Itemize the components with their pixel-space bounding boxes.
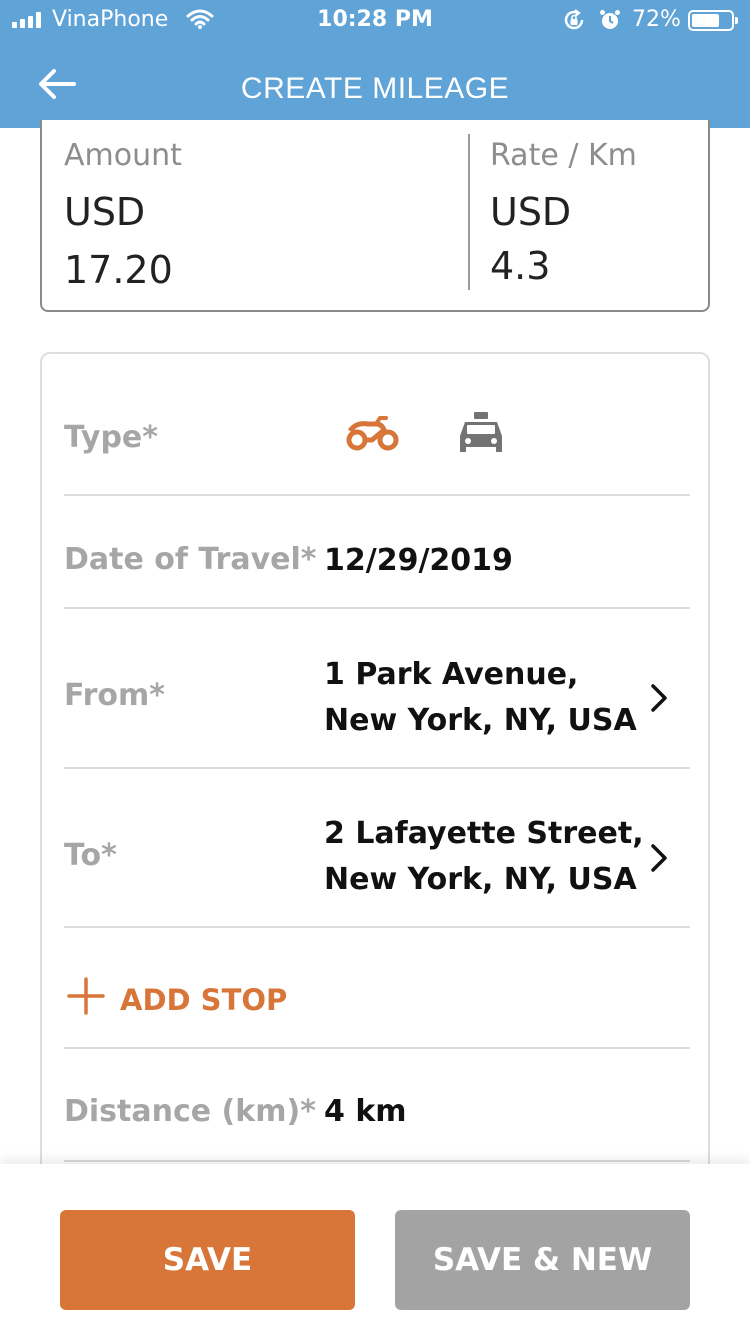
add-stop-button[interactable]: ADD STOP	[66, 976, 287, 1023]
from-address-line2: New York, NY, USA	[324, 703, 637, 738]
amount-value: 17.20	[64, 248, 173, 292]
add-stop-label: ADD STOP	[120, 982, 288, 1017]
row-divider	[64, 607, 690, 609]
summary-divider	[468, 134, 470, 290]
save-button[interactable]: SAVE	[60, 1210, 355, 1310]
save-and-new-button[interactable]: SAVE & NEW	[395, 1210, 690, 1310]
amount-summary-card: Amount USD 17.20 Rate / Km USD 4.3	[40, 120, 710, 312]
distance-value[interactable]: 4 km	[324, 1089, 407, 1135]
date-label: Date of Travel*	[64, 542, 317, 577]
rate-value: 4.3	[490, 244, 551, 288]
row-divider	[64, 494, 690, 496]
rotation-lock-icon	[562, 8, 586, 38]
action-bar: SAVE SAVE & NEW	[0, 1164, 750, 1334]
page-title: CREATE MILEAGE	[240, 72, 510, 105]
to-address-line1: 2 Lafayette Street,	[324, 816, 644, 851]
from-label: From*	[64, 678, 165, 713]
row-divider	[64, 1160, 690, 1162]
alarm-icon	[598, 8, 622, 38]
date-value[interactable]: 12/29/2019	[324, 538, 513, 584]
from-address-line1: 1 Park Avenue,	[324, 657, 579, 692]
nav-bar: CREATE MILEAGE	[0, 40, 750, 128]
battery-icon	[688, 10, 738, 31]
from-address[interactable]: 1 Park Avenue, New York, NY, USA	[324, 652, 637, 744]
chevron-right-icon[interactable]	[648, 682, 670, 718]
rate-label: Rate / Km	[490, 138, 637, 173]
status-bar: VinaPhone 10:28 PM 72%	[0, 0, 750, 40]
amount-label: Amount	[64, 138, 182, 173]
car-icon[interactable]	[456, 410, 506, 462]
to-label: To*	[64, 838, 117, 873]
rate-currency: USD	[490, 190, 572, 234]
chevron-right-icon[interactable]	[648, 842, 670, 878]
motorbike-icon[interactable]	[346, 414, 400, 458]
amount-currency: USD	[64, 190, 146, 234]
to-address[interactable]: 2 Lafayette Street, New York, NY, USA	[324, 811, 644, 903]
row-divider	[64, 767, 690, 769]
mileage-form: Type* Date of Travel* 12/29/2019 From* 1…	[40, 352, 710, 1212]
battery-percent: 72%	[632, 7, 681, 32]
to-address-line2: New York, NY, USA	[324, 862, 637, 897]
row-divider	[64, 1047, 690, 1049]
row-divider	[64, 926, 690, 928]
type-label: Type*	[64, 420, 158, 455]
distance-label: Distance (km)*	[64, 1094, 316, 1129]
plus-icon	[66, 976, 106, 1023]
